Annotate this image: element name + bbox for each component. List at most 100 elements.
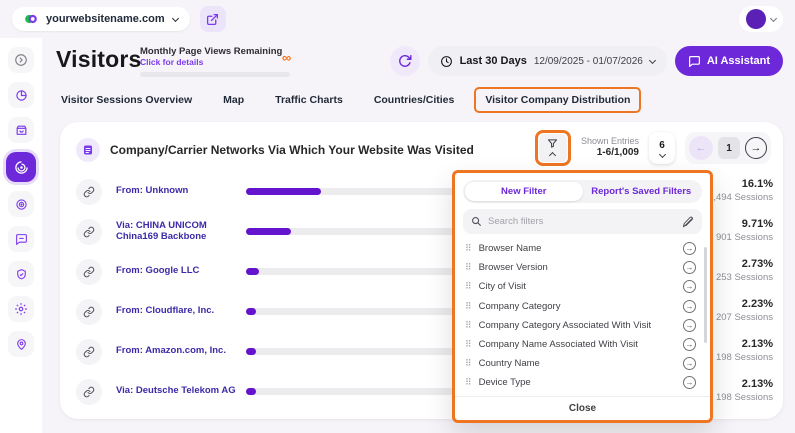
tab-visitor-sessions-overview[interactable]: Visitor Sessions Overview — [50, 87, 203, 113]
drag-handle-icon[interactable]: ⠿ — [465, 244, 472, 253]
quota-details-link[interactable]: Click for details — [140, 57, 300, 67]
arrow-right-circle-icon[interactable]: → — [683, 261, 696, 274]
list-item[interactable]: ⠿Device Type→ — [455, 373, 710, 392]
arrow-right-circle-icon[interactable]: → — [683, 376, 696, 389]
row-stats: 16.1% 1,494 Sessions — [708, 178, 773, 203]
row-stats: 9.71% 901 Sessions — [716, 218, 773, 243]
external-link-icon — [206, 13, 219, 26]
clear-filters-icon[interactable] — [682, 216, 694, 228]
sidebar-item-dashboard[interactable] — [8, 82, 34, 108]
link-icon — [76, 339, 102, 365]
list-item[interactable]: ⠿Browser Name→ — [455, 239, 710, 258]
sidebar-item-security[interactable] — [8, 261, 34, 287]
chevron-down-icon — [172, 14, 179, 21]
sidebar-item-visitors[interactable] — [6, 152, 36, 182]
account-menu[interactable] — [739, 6, 783, 32]
report-tabs: Visitor Sessions Overview Map Traffic Ch… — [50, 87, 641, 113]
link-icon — [76, 259, 102, 285]
filter-popup: New Filter Report's Saved Filters ⠿Brows… — [452, 170, 713, 423]
drag-handle-icon[interactable]: ⠿ — [465, 378, 472, 387]
sidebar-toggle-icon — [14, 53, 28, 67]
chevron-up-icon — [549, 152, 556, 159]
network-label[interactable]: From: Cloudflare, Inc. — [116, 306, 244, 317]
arrow-right-circle-icon[interactable]: → — [683, 300, 696, 313]
arrow-right-circle-icon[interactable]: → — [683, 280, 696, 293]
drag-handle-icon[interactable]: ⠿ — [465, 321, 472, 330]
arrow-right-circle-icon[interactable]: → — [683, 338, 696, 351]
funnel-icon — [547, 138, 558, 149]
list-item[interactable]: ⠿Browser Version→ — [455, 258, 710, 277]
list-item[interactable]: ⠿IP→ — [455, 393, 710, 397]
drag-handle-icon[interactable]: ⠿ — [465, 340, 472, 349]
page-size-value: 6 — [659, 140, 665, 151]
refresh-button[interactable] — [390, 46, 420, 76]
sidebar-toggle-button[interactable] — [8, 47, 34, 73]
sidebar-item-settings[interactable] — [8, 296, 34, 322]
sidebar-item-goals[interactable] — [8, 191, 34, 217]
tab-traffic-charts[interactable]: Traffic Charts — [264, 87, 354, 113]
list-item[interactable]: ⠿City of Visit→ — [455, 277, 710, 296]
security-shield-icon — [15, 268, 28, 281]
current-page[interactable]: 1 — [718, 137, 740, 159]
sidebar-item-feedback[interactable] — [8, 226, 34, 252]
tab-map[interactable]: Map — [212, 87, 255, 113]
network-label[interactable]: Via: Deutsche Telekom AG — [116, 386, 244, 397]
list-item[interactable]: ⠿Company Category→ — [455, 297, 710, 316]
panel-title: Company/Carrier Networks Via Which Your … — [110, 143, 474, 157]
tab-new-filter[interactable]: New Filter — [465, 182, 583, 201]
sessions-value: 198 Sessions — [716, 392, 773, 403]
drag-handle-icon[interactable]: ⠿ — [465, 359, 472, 368]
pagination: ← 1 → — [685, 132, 771, 164]
date-range-selector[interactable]: Last 30 Days 12/09/2025 - 01/07/2026 — [428, 46, 667, 76]
ai-assistant-button[interactable]: AI Assistant — [675, 46, 783, 76]
header-controls: Last 30 Days 12/09/2025 - 01/07/2026 AI … — [390, 46, 783, 76]
filter-button[interactable] — [539, 134, 567, 162]
open-website-button[interactable] — [200, 6, 226, 32]
network-label[interactable]: Via: CHINA UNICOM China169 Backbone — [116, 221, 244, 243]
percentage-value: 2.73% — [716, 258, 773, 270]
network-label[interactable]: From: Google LLC — [116, 266, 244, 277]
search-input[interactable] — [488, 216, 676, 227]
sidebar-item-location[interactable] — [8, 331, 34, 357]
sessions-value: 901 Sessions — [716, 232, 773, 243]
percentage-value: 2.13% — [716, 378, 773, 390]
row-stats: 2.13% 198 Sessions — [716, 378, 773, 403]
page-size-selector[interactable]: 6 — [649, 132, 675, 164]
bar-fill — [246, 268, 259, 275]
arrow-right-circle-icon[interactable]: → — [683, 357, 696, 370]
drag-handle-icon[interactable]: ⠿ — [465, 302, 472, 311]
sessions-value: 207 Sessions — [716, 312, 773, 323]
next-page-button[interactable]: → — [745, 137, 767, 159]
bar-fill — [246, 388, 256, 395]
feedback-chat-icon — [15, 233, 28, 246]
avatar — [746, 9, 766, 29]
refresh-icon — [398, 54, 412, 68]
arrow-right-circle-icon[interactable]: → — [683, 242, 696, 255]
network-label[interactable]: From: Amazon.com, Inc. — [116, 346, 244, 357]
filter-options-list: ⠿Browser Name→ ⠿Browser Version→ ⠿City o… — [455, 237, 710, 396]
drag-handle-icon[interactable]: ⠿ — [465, 282, 472, 291]
arrow-right-circle-icon[interactable]: → — [683, 319, 696, 332]
tab-reports-saved-filters[interactable]: Report's Saved Filters — [583, 182, 701, 201]
website-selector[interactable]: yourwebsitename.com — [12, 7, 190, 31]
panel-header: Company/Carrier Networks Via Which Your … — [76, 138, 474, 162]
list-item[interactable]: ⠿Country Name→ — [455, 354, 710, 373]
list-item[interactable]: ⠿Company Name Associated With Visit→ — [455, 335, 710, 354]
tab-visitor-company-distribution[interactable]: Visitor Company Distribution — [474, 87, 641, 113]
period-range: 12/09/2025 - 01/07/2026 — [534, 56, 643, 67]
list-item[interactable]: ⠿Company Category Associated With Visit→ — [455, 316, 710, 335]
shown-entries-value: 1-6/1,009 — [581, 147, 639, 160]
tab-countries-cities[interactable]: Countries/Cities — [363, 87, 466, 113]
popup-scrollbar[interactable] — [704, 247, 707, 343]
close-button[interactable]: Close — [455, 396, 710, 420]
chevron-down-icon — [770, 14, 777, 21]
clock-icon — [440, 55, 453, 68]
network-label[interactable]: From: Unknown — [116, 186, 244, 197]
sidebar-item-archive[interactable] — [8, 117, 34, 143]
website-name: yourwebsitename.com — [46, 13, 165, 25]
chevron-down-icon — [649, 56, 656, 63]
link-icon — [76, 379, 102, 405]
drag-handle-icon[interactable]: ⠿ — [465, 263, 472, 272]
filter-search-bar — [463, 209, 702, 234]
prev-page-button[interactable]: ← — [689, 136, 713, 160]
